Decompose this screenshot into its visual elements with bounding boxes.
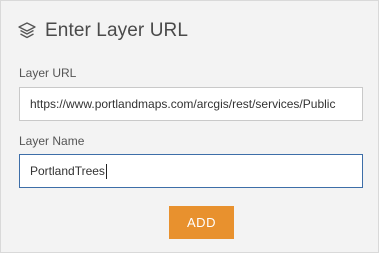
add-button[interactable]: ADD [169,206,234,239]
layer-url-label: Layer URL [19,66,77,80]
panel-title: Enter Layer URL [45,20,189,41]
layer-name-label: Layer Name [19,134,85,148]
text-caret [105,163,107,179]
enter-layer-url-panel: Enter Layer URL Layer URL https://www.po… [0,0,379,253]
layers-icon [18,22,36,39]
layer-url-input[interactable]: https://www.portlandmaps.com/arcgis/rest… [19,87,363,121]
layer-url-value: https://www.portlandmaps.com/arcgis/rest… [30,97,336,111]
panel-header: Enter Layer URL [17,17,188,45]
layer-name-input[interactable]: PortlandTrees [19,154,363,188]
layer-name-value: PortlandTrees [30,164,105,178]
